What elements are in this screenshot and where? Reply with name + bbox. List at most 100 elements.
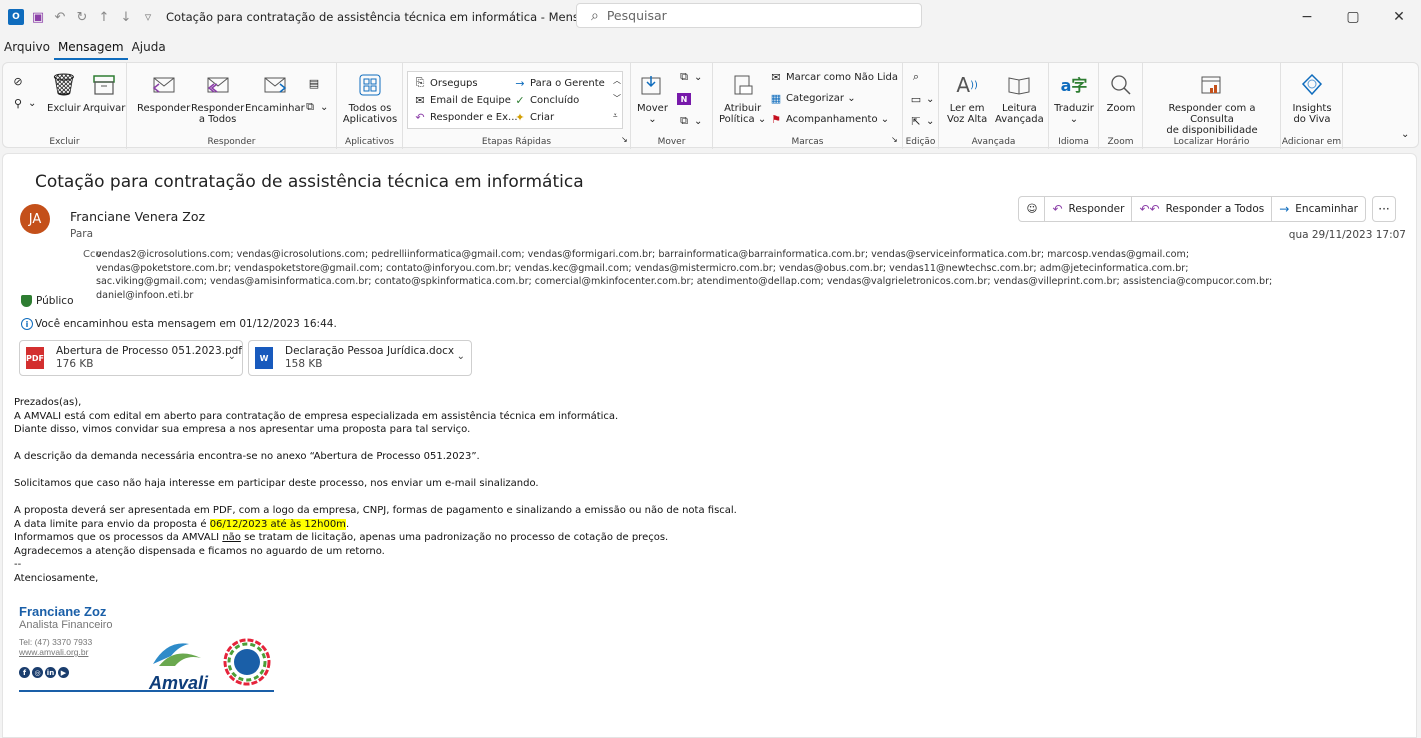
sensitivity-label: Público	[21, 295, 74, 307]
group-excluir: ⊘ ⚲ ⌄ 🗑 Excluir Arquivar Excluir	[3, 63, 127, 149]
search-input[interactable]: ⌕ Pesquisar	[576, 3, 922, 28]
undo-icon[interactable]: ↶	[52, 9, 68, 25]
attachment-docx[interactable]: W Declaração Pessoa Jurídica.docx 158 KB…	[248, 340, 472, 376]
check-icon: ✓	[515, 93, 525, 107]
chevron-down-icon[interactable]: ⌄	[228, 351, 236, 362]
signature-name: Franciane Zoz	[19, 604, 107, 619]
body-line: A descrição da demanda necessária encont…	[14, 451, 480, 462]
next-item-icon[interactable]: ↓	[118, 9, 134, 25]
encaminhar-button[interactable]: Encaminhar	[245, 71, 305, 114]
tab-ajuda[interactable]: Ajuda	[128, 40, 170, 60]
gallery-up-icon[interactable]: ︿	[613, 75, 621, 86]
restore-button[interactable]: ▢	[1330, 0, 1376, 34]
sender-name[interactable]: Franciane Venera Zoz	[70, 209, 205, 224]
trash-icon: 🗑	[49, 72, 78, 98]
linkedin-icon[interactable]: in	[45, 667, 56, 678]
more-actions-button[interactable]: ···	[1372, 196, 1396, 222]
body-line: Prezados(as),	[14, 397, 82, 408]
onenote-icon[interactable]: N	[677, 93, 694, 105]
quick-step-criar[interactable]: ✦ Criar	[513, 111, 554, 124]
quick-step-responder-excluir[interactable]: ↶ Responder e Ex...	[413, 110, 517, 124]
close-button[interactable]: ✕	[1376, 0, 1421, 34]
group-label-aplicativos: Aplicativos	[345, 137, 394, 147]
quick-step-orsegups[interactable]: ⎘ Orsegups	[413, 76, 478, 89]
group-localizar-horario: Responder com a Consulta de disponibilid…	[1143, 63, 1281, 149]
gallery-more-icon[interactable]: ⩡	[613, 111, 618, 121]
tab-arquivo[interactable]: Arquivo	[0, 40, 54, 60]
body-line-deadline: A data limite para envio da proposta é 0…	[14, 518, 350, 530]
minimize-button[interactable]: −	[1284, 0, 1330, 34]
todos-aplicativos-button[interactable]: Todos os Aplicativos	[343, 71, 397, 125]
save-icon[interactable]: ▣	[30, 9, 46, 25]
leitura-avancada-button[interactable]: Leitura Avançada	[995, 71, 1044, 125]
rules-icon[interactable]: ⧉ ⌄	[677, 70, 702, 83]
group-label-horario: Localizar Horário	[1173, 137, 1250, 147]
social-icons: f ◎ in ▶	[19, 667, 113, 678]
gallery-down-icon[interactable]: ﹀	[613, 93, 621, 104]
excluir-button[interactable]: 🗑 Excluir	[47, 71, 81, 114]
zoom-button[interactable]: Zoom	[1105, 71, 1137, 114]
categorizar-button[interactable]: ▦ Categorizar ⌄	[769, 92, 856, 105]
chevron-down-icon[interactable]: ⌄	[457, 351, 465, 362]
quick-step-email-equipe[interactable]: ✉ Email de Equipe	[413, 93, 511, 107]
group-zoom: Zoom Zoom	[1099, 63, 1143, 149]
forward-icon	[261, 71, 289, 99]
cco-recipients[interactable]: vendas2@icrosolutions.com; vendas@icroso…	[96, 248, 1276, 302]
group-label-avancada: Avançada	[971, 137, 1016, 147]
encaminhar-action[interactable]: → Encaminhar	[1272, 197, 1365, 221]
responder-todos-action[interactable]: ↶↶ Responder a Todos	[1132, 197, 1273, 221]
previous-item-icon[interactable]: ↑	[96, 9, 112, 25]
youtube-icon[interactable]: ▶	[58, 667, 69, 678]
search-placeholder: Pesquisar	[606, 8, 667, 23]
arquivar-button[interactable]: Arquivar	[83, 71, 125, 114]
facebook-icon[interactable]: f	[19, 667, 30, 678]
select-icon[interactable]: ⇱ ⌄	[909, 115, 934, 128]
email-team-icon: ✉	[415, 93, 425, 107]
apps-grid-icon	[356, 71, 384, 99]
insights-viva-button[interactable]: Insights do Viva	[1287, 71, 1337, 125]
ribbon-collapse-icon[interactable]: ⌄	[1401, 129, 1409, 140]
instagram-icon[interactable]: ◎	[32, 667, 43, 678]
cleanup-icon[interactable]: ⚲ ⌄	[11, 97, 36, 110]
signature-role: Analista Financeiro	[19, 619, 113, 631]
responder-button[interactable]: Responder	[137, 71, 190, 114]
quick-step-concluido[interactable]: ✓ Concluído	[513, 93, 579, 107]
signature-website-link[interactable]: www.amvali.org.br	[19, 647, 113, 657]
policy-icon	[729, 71, 757, 99]
reply-delete-icon: ↶	[415, 110, 425, 124]
traduzir-button[interactable]: a字 Traduzir ⌄	[1053, 71, 1095, 125]
more-respond-icon[interactable]: ⧉ ⌄	[303, 100, 328, 113]
marcar-nao-lida-button[interactable]: ✉ Marcar como Não Lida	[769, 71, 898, 84]
group-adicionar: Insights do Viva Adicionar em	[1281, 63, 1343, 149]
tab-mensagem[interactable]: Mensagem	[53, 40, 128, 60]
body-line-info: Informamos que os processos da AMVALI nã…	[14, 532, 669, 543]
group-label-idioma: Idioma	[1058, 137, 1089, 147]
group-aplicativos: Todos os Aplicativos Aplicativos	[337, 63, 403, 149]
immersive-reader-icon	[1005, 71, 1033, 99]
group-marcas: Atribuir Política ⌄ ✉ Marcar como Não Lid…	[713, 63, 903, 149]
meeting-reply-icon[interactable]: ▤	[307, 77, 324, 90]
ignore-icon[interactable]: ⊘	[11, 75, 28, 88]
responder-consulta-button[interactable]: Responder com a Consulta de disponibilid…	[1147, 71, 1277, 136]
ler-voz-alta-button[interactable]: A)) Ler em Voz Alta	[947, 71, 987, 126]
attachment-pdf[interactable]: PDF Abertura de Processo 051.2023.pdf 17…	[19, 340, 243, 376]
body-line: Diante disso, vimos convidar sua empresa…	[14, 424, 471, 435]
customize-toolbar-icon[interactable]: ▿	[140, 9, 156, 25]
find-icon[interactable]: ⌕	[909, 70, 926, 83]
quick-step-para-gerente[interactable]: → Para o Gerente	[513, 77, 604, 90]
atribuir-politica-button[interactable]: Atribuir Política ⌄	[719, 71, 766, 125]
acompanhamento-button[interactable]: ⚑ Acompanhamento ⌄	[769, 113, 889, 126]
translate-icon: a字	[1060, 75, 1088, 95]
related-icon[interactable]: ▭ ⌄	[909, 93, 935, 106]
avatar[interactable]: JA	[20, 204, 50, 234]
redo-icon[interactable]: ↻	[74, 9, 90, 25]
actions-icon[interactable]: ⧉ ⌄	[677, 114, 702, 127]
responder-todos-button[interactable]: Responder a Todos	[191, 71, 244, 125]
forward-info-bar: i Você encaminhou esta mensagem em 01/12…	[21, 318, 337, 330]
group-edicao: ⌕ ▭ ⌄ ⇱ ⌄ Edição	[903, 63, 939, 149]
viva-insights-icon	[1298, 71, 1326, 99]
amvali-logo: Amvali	[149, 636, 208, 694]
mover-button[interactable]: Mover ⌄	[637, 71, 668, 125]
emoji-reaction-button[interactable]: ☺	[1019, 197, 1046, 221]
responder-action[interactable]: ↶ Responder	[1045, 197, 1133, 221]
